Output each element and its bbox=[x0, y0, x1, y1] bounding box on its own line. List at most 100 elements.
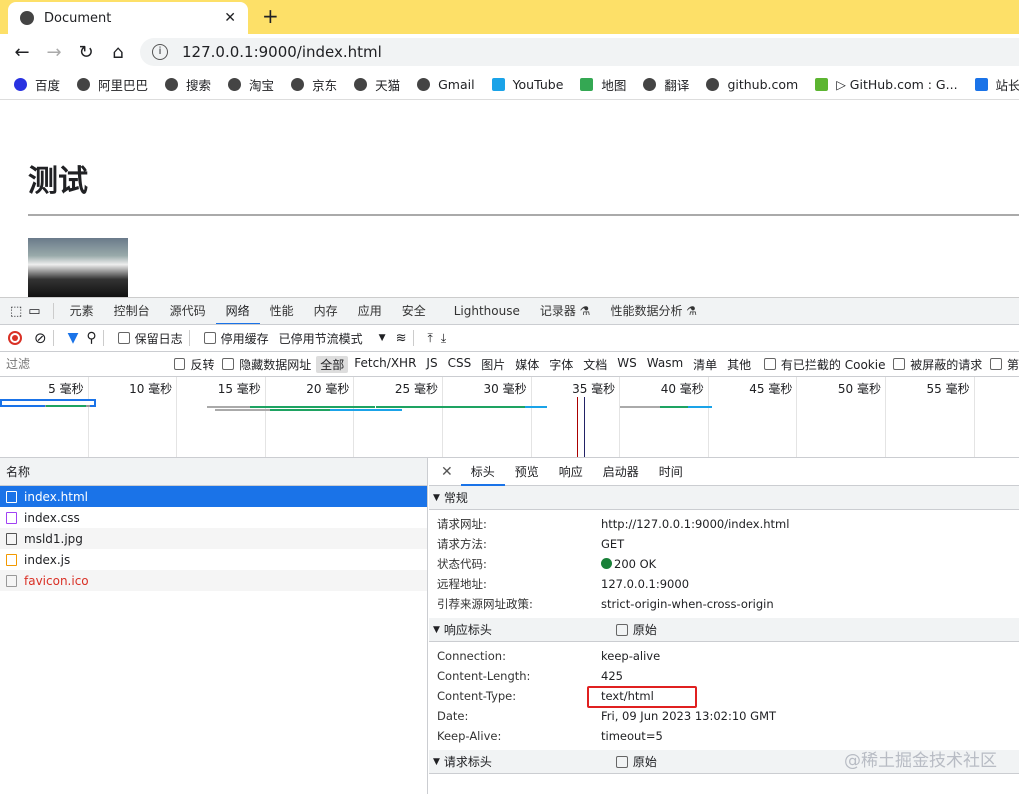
download-icon[interactable]: ⤓ bbox=[441, 331, 446, 346]
filter-bar: 反转 隐藏数据网址 全部Fetch/XHRJSCSS图片媒体字体文档WSWasm… bbox=[0, 352, 1019, 377]
devtools-tab[interactable]: 源代码 bbox=[160, 298, 216, 324]
close-details-icon[interactable]: ✕ bbox=[429, 464, 461, 480]
detail-tab[interactable]: 响应 bbox=[549, 458, 593, 486]
invert-checkbox[interactable] bbox=[173, 358, 186, 370]
response-headers-section-header[interactable]: ▼ 响应标头 原始 bbox=[429, 618, 1019, 642]
header-row: 状态代码: 200 OK bbox=[429, 554, 1019, 574]
disable-cache-checkbox[interactable] bbox=[203, 332, 216, 344]
devtools-tab[interactable]: 内存 bbox=[304, 298, 348, 324]
request-list: 名称 index.html index.css msld1.jpg index.js f… bbox=[0, 458, 428, 794]
filter-type-1[interactable]: Fetch/XHR bbox=[350, 356, 420, 373]
devtools-tab[interactable]: Lighthouse bbox=[444, 298, 530, 324]
request-row[interactable]: index.js bbox=[0, 549, 427, 570]
bookmark-item[interactable]: 京东 bbox=[291, 75, 337, 94]
bookmark-item[interactable]: 搜索 bbox=[165, 75, 211, 94]
bookmark-label: 搜索 bbox=[186, 78, 212, 93]
filter-type-2[interactable]: JS bbox=[422, 356, 441, 373]
devtools-tab[interactable]: 元素 bbox=[60, 298, 104, 324]
devtools-tab[interactable]: 性能数据分析 ⚗ bbox=[600, 298, 707, 324]
chevron-down-icon[interactable]: ▼ bbox=[379, 333, 386, 343]
devtools-tab[interactable]: 安全 bbox=[392, 298, 436, 324]
general-section-header[interactable]: ▼ 常规 bbox=[429, 486, 1019, 510]
value-text: keep-alive bbox=[601, 649, 661, 663]
detail-tab[interactable]: 预览 bbox=[505, 458, 549, 486]
detail-tab[interactable]: 启动器 bbox=[593, 458, 649, 486]
clear-icon[interactable]: ⊘ bbox=[34, 329, 47, 347]
bookmark-item[interactable]: 翻译 bbox=[643, 75, 689, 94]
record-icon[interactable] bbox=[8, 331, 22, 345]
raw-label: 原始 bbox=[632, 623, 657, 637]
value-text: Fri, 09 Jun 2023 13:02:10 GMT bbox=[601, 709, 777, 723]
name-column-header[interactable]: 名称 bbox=[0, 458, 427, 486]
bookmark-icon bbox=[815, 78, 829, 91]
back-icon[interactable]: ← bbox=[6, 42, 38, 63]
raw-checkbox[interactable] bbox=[615, 755, 628, 768]
filter-type-9[interactable]: Wasm bbox=[643, 356, 687, 373]
filter-type-4[interactable]: 图片 bbox=[477, 356, 509, 373]
address-bar[interactable]: i 127.0.0.1:9000/index.html bbox=[140, 38, 1019, 66]
bookmark-label: Gmail bbox=[438, 77, 475, 92]
inspect-icon[interactable]: ⬚ bbox=[10, 304, 22, 319]
devtools-tab[interactable]: 网络 bbox=[215, 298, 260, 324]
detail-tab[interactable]: 标头 bbox=[460, 458, 505, 486]
preserve-log-checkbox[interactable] bbox=[117, 332, 130, 344]
filter-type-3[interactable]: CSS bbox=[444, 356, 476, 373]
search-icon[interactable]: ⚲ bbox=[86, 330, 96, 346]
horizontal-rule bbox=[28, 214, 1019, 216]
bookmark-item[interactable]: 地图 bbox=[580, 75, 626, 94]
devtools-tab[interactable]: 性能 bbox=[260, 298, 304, 324]
bookmark-item[interactable]: 百度 bbox=[14, 75, 60, 94]
filter-type-7[interactable]: 文档 bbox=[579, 356, 611, 373]
reload-icon[interactable]: ↻ bbox=[70, 42, 102, 63]
close-tab-icon[interactable]: ✕ bbox=[224, 10, 236, 26]
request-row[interactable]: index.html bbox=[0, 486, 427, 507]
bookmark-icon bbox=[706, 78, 720, 91]
header-row: 请求网址: http://127.0.0.1:9000/index.html bbox=[429, 514, 1019, 534]
bookmark-icon bbox=[291, 78, 305, 91]
devtools-tab[interactable]: 应用 bbox=[348, 298, 392, 324]
filter-type-5[interactable]: 媒体 bbox=[511, 356, 543, 373]
bookmark-item[interactable]: Gmail bbox=[417, 77, 475, 92]
devtools-tab[interactable]: 记录器 ⚗ bbox=[530, 298, 601, 324]
header-value: http://127.0.0.1:9000/index.html bbox=[601, 517, 789, 531]
filter-type-0[interactable]: 全部 bbox=[316, 355, 349, 373]
blocked-cookies-checkbox[interactable] bbox=[764, 358, 776, 370]
raw-checkbox[interactable] bbox=[615, 623, 628, 636]
page-heading: 测试 bbox=[28, 164, 88, 199]
filter-type-6[interactable]: 字体 bbox=[545, 356, 577, 373]
bookmark-item[interactable]: 天猫 bbox=[354, 75, 400, 94]
filter-type-11[interactable]: 其他 bbox=[723, 356, 755, 373]
request-row[interactable]: favicon.ico bbox=[0, 570, 427, 591]
document-file-icon bbox=[6, 490, 17, 503]
throttle-select[interactable]: 已停用节流模式 bbox=[279, 330, 363, 347]
filter-type-10[interactable]: 清单 bbox=[689, 356, 721, 373]
filter-type-8[interactable]: WS bbox=[613, 356, 640, 373]
device-toolbar-icon[interactable]: ▭ bbox=[28, 304, 40, 319]
browser-tab[interactable]: Document ✕ bbox=[8, 2, 248, 34]
bookmark-icon bbox=[580, 78, 594, 91]
hide-data-urls-checkbox[interactable] bbox=[222, 358, 235, 370]
new-tab-button[interactable]: + bbox=[262, 4, 279, 28]
upload-icon[interactable]: ⤒ bbox=[428, 331, 433, 346]
request-row[interactable]: msld1.jpg bbox=[0, 528, 427, 549]
request-row[interactable]: index.css bbox=[0, 507, 427, 528]
detail-tab[interactable]: 时间 bbox=[649, 458, 693, 486]
request-name: index.js bbox=[24, 552, 71, 567]
devtools-tab[interactable]: 控制台 bbox=[104, 298, 160, 324]
bookmark-item[interactable]: 阿里巴巴 bbox=[77, 75, 148, 94]
bookmark-item[interactable]: github.com bbox=[706, 77, 798, 92]
filter-icon[interactable]: ▼ bbox=[68, 330, 79, 346]
network-conditions-icon[interactable]: ≋ bbox=[396, 331, 407, 346]
bookmark-item[interactable]: ▷ GitHub.com : G... bbox=[815, 77, 958, 92]
filter-input[interactable] bbox=[2, 353, 166, 375]
network-overview[interactable]: 5 毫秒 10 毫秒 15 毫秒 20 毫秒 25 毫秒 30 毫秒 35 毫秒 40 毫秒 4… bbox=[0, 377, 1019, 458]
bookmark-item[interactable]: 站长 bbox=[974, 75, 1019, 94]
info-icon[interactable]: i bbox=[152, 44, 168, 60]
bookmark-item[interactable]: 淘宝 bbox=[228, 75, 274, 94]
blocked-requests-checkbox[interactable] bbox=[893, 358, 906, 370]
bookmark-item[interactable]: YouTube bbox=[491, 77, 563, 92]
forward-icon[interactable]: → bbox=[38, 42, 70, 63]
value-text: http://127.0.0.1:9000/index.html bbox=[601, 517, 790, 531]
home-icon[interactable]: ⌂ bbox=[102, 42, 134, 63]
third-party-checkbox[interactable] bbox=[990, 358, 1002, 370]
